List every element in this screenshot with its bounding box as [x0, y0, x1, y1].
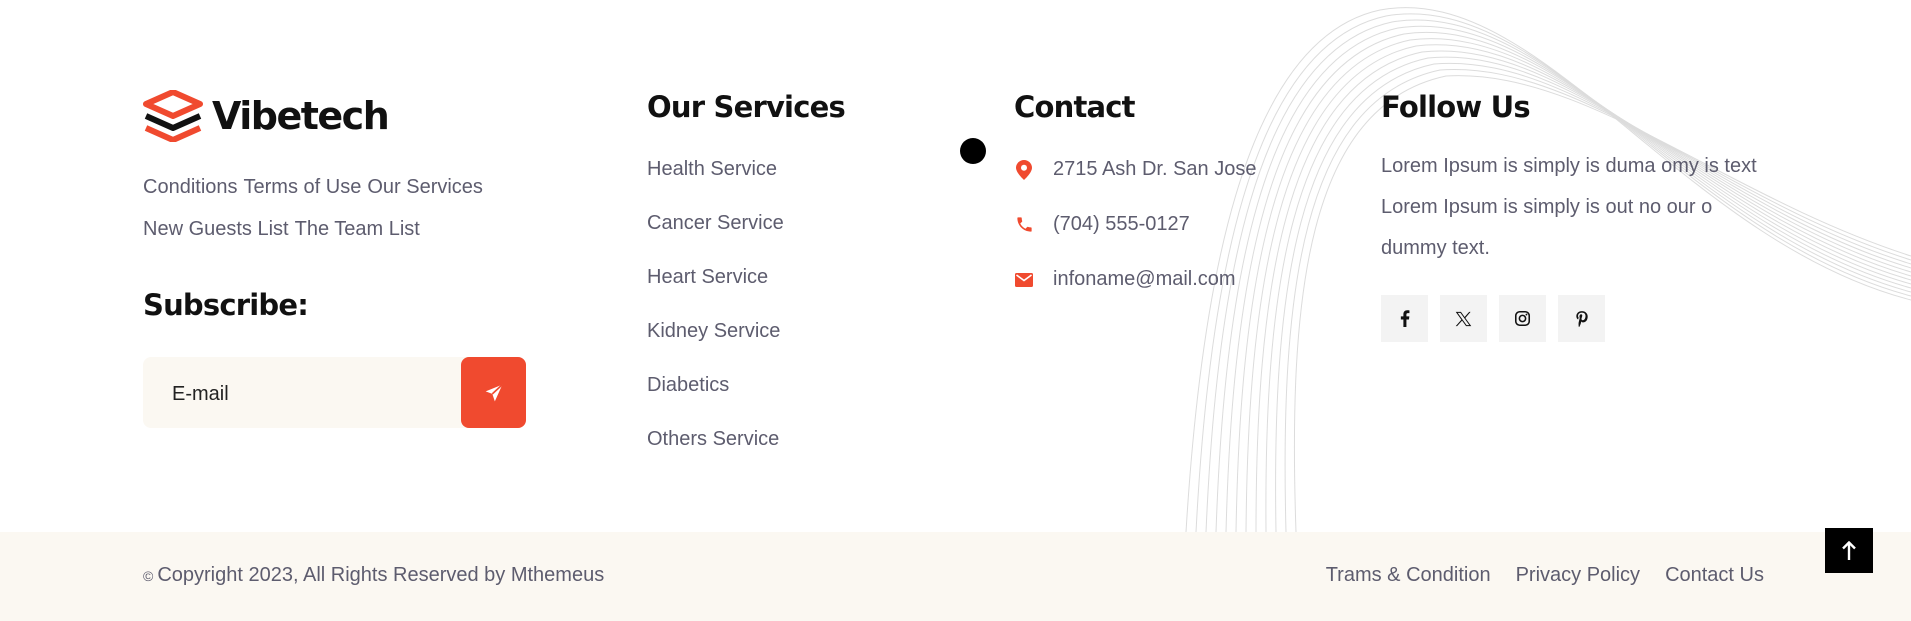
footer-link-privacy[interactable]: Privacy Policy	[1516, 564, 1640, 587]
follow-column: Follow Us Lorem Ipsum is simply is duma …	[1381, 90, 1781, 342]
copyright: © Copyright 2023, All Rights Reserved by …	[143, 564, 604, 587]
email-input[interactable]	[170, 378, 464, 410]
facebook-link[interactable]	[1381, 295, 1428, 342]
location-pin-icon	[1014, 159, 1034, 180]
envelope-icon	[1014, 270, 1034, 290]
quick-links: Conditions Terms of Use Our Services New G…	[143, 166, 523, 250]
footer-link-terms[interactable]: Trams & Condition	[1326, 564, 1491, 587]
service-link-health[interactable]: Health Service	[647, 158, 777, 180]
service-link-diabetics[interactable]: Diabetics	[647, 374, 729, 396]
contact-address: 2715 Ash Dr. San Jose	[1014, 142, 1256, 197]
cursor-dot	[960, 138, 986, 164]
quick-link-terms[interactable]: Terms of Use	[244, 176, 362, 198]
brand-logo[interactable]: Vibetech	[142, 90, 390, 142]
follow-title: Follow Us	[1381, 90, 1531, 124]
x-icon	[1455, 311, 1472, 326]
subscribe-button[interactable]	[461, 357, 526, 428]
quick-link-conditions[interactable]: Conditions	[143, 176, 238, 198]
phone-text: (704) 555-0127	[1053, 213, 1190, 235]
service-link-kidney[interactable]: Kidney Service	[647, 320, 780, 342]
service-link-others[interactable]: Others Service	[647, 428, 779, 450]
paper-plane-icon	[485, 383, 503, 401]
follow-description: Lorem Ipsum is simply is duma omy is tex…	[1381, 155, 1757, 259]
logo-mark-icon	[143, 90, 203, 142]
subscribe-form	[143, 357, 526, 428]
email-text: infoname@mail.com	[1053, 268, 1236, 290]
address-text: 2715 Ash Dr. San Jose	[1053, 158, 1257, 180]
service-link-heart[interactable]: Heart Service	[647, 266, 768, 288]
footer-link-contact[interactable]: Contact Us	[1665, 564, 1764, 587]
subscribe-title: Subscribe:	[143, 288, 309, 322]
quick-link-services[interactable]: Our Services	[367, 176, 483, 198]
contact-column: Contact 2715 Ash Dr. San Jose (704) 555-…	[1014, 90, 1256, 307]
pinterest-link[interactable]	[1558, 295, 1605, 342]
contact-title: Contact	[1014, 90, 1136, 124]
footer-links: Trams & Condition Privacy Policy Contact…	[1301, 564, 1764, 587]
instagram-link[interactable]	[1499, 295, 1546, 342]
phone-icon	[1014, 215, 1034, 235]
arrow-up-icon	[1842, 540, 1856, 560]
quick-link-team[interactable]: The Team List	[295, 218, 420, 240]
social-links	[1381, 295, 1781, 342]
contact-phone[interactable]: (704) 555-0127	[1014, 197, 1256, 252]
instagram-icon	[1514, 310, 1531, 327]
services-title: Our Services	[647, 90, 846, 124]
facebook-icon	[1400, 310, 1409, 327]
contact-email[interactable]: infoname@mail.com	[1014, 252, 1256, 307]
service-link-cancer[interactable]: Cancer Service	[647, 212, 784, 234]
x-link[interactable]	[1440, 295, 1487, 342]
scroll-to-top-button[interactable]	[1825, 528, 1873, 573]
quick-link-guests[interactable]: New Guests List	[143, 218, 289, 240]
services-column: Our Services Health Service Cancer Servi…	[647, 90, 846, 466]
brand-name: Vibetech	[212, 94, 390, 138]
footer-bottom-bar: © Copyright 2023, All Rights Reserved by …	[0, 532, 1911, 621]
pinterest-icon	[1575, 310, 1588, 327]
copyright-symbol: ©	[143, 568, 154, 584]
copyright-text: Copyright 2023, All Rights Reserved by M…	[157, 564, 605, 586]
